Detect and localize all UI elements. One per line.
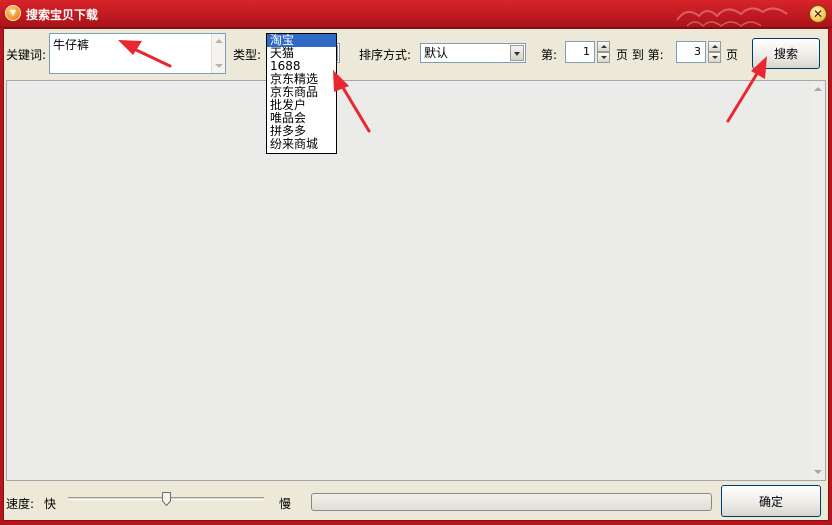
page-to-input[interactable]: 3 [676, 41, 706, 63]
cloud-ornament-icon [676, 7, 788, 28]
download-icon [5, 5, 21, 21]
decrement-icon[interactable] [708, 52, 721, 63]
results-panel[interactable] [6, 80, 826, 481]
increment-icon[interactable] [708, 41, 721, 52]
speed-slider-thumb[interactable] [162, 492, 171, 506]
page-to-value: 3 [694, 45, 701, 58]
page-to-stepper[interactable] [708, 41, 721, 63]
type-dropdown-list[interactable]: 淘宝 天猫 1688 京东精选 京东商品 批发户 唯品会 拼多多 纷来商城 [266, 33, 337, 154]
close-button[interactable]: ✕ [809, 5, 827, 23]
speed-slow-label: 慢 [279, 497, 292, 511]
keyword-value: 牛仔裤 [53, 38, 90, 52]
sort-select[interactable]: 默认 [420, 43, 526, 63]
title-bar: 搜索宝贝下载 ✕ [0, 0, 832, 28]
type-option[interactable]: 纷来商城 [267, 138, 336, 151]
dialog-client-area: 关键词: 牛仔裤 类型: 淘宝 排序方式: 默认 第: 1 页 到 第: 3 页… [3, 28, 829, 521]
chevron-down-icon[interactable] [510, 45, 524, 61]
ok-button[interactable]: 确定 [721, 485, 821, 517]
page-from-stepper[interactable] [597, 41, 610, 63]
scroll-down-icon[interactable] [215, 64, 223, 68]
page-from-input[interactable]: 1 [565, 41, 595, 63]
page-end-label: 页 [726, 48, 739, 62]
sort-selected-value: 默认 [424, 46, 449, 60]
sort-label: 排序方式: [359, 48, 412, 62]
keyword-label: 关键词: [6, 48, 47, 62]
speed-label: 速度: [6, 497, 35, 511]
page-from-label: 第: [541, 48, 558, 62]
keyword-scrollbar[interactable] [211, 34, 225, 73]
scroll-down-icon[interactable] [814, 470, 822, 474]
window-title: 搜索宝贝下载 [26, 8, 99, 22]
download-progress-bar [311, 493, 712, 511]
page-from-value: 1 [583, 45, 590, 58]
decrement-icon[interactable] [597, 52, 610, 63]
keyword-input[interactable]: 牛仔裤 [49, 33, 226, 74]
results-scrollbar[interactable] [810, 81, 825, 480]
scroll-up-icon[interactable] [814, 87, 822, 91]
scroll-up-icon[interactable] [215, 39, 223, 43]
page-to-label: 页 到 第: [616, 48, 664, 62]
speed-fast-label: 快 [44, 497, 57, 511]
type-label: 类型: [233, 48, 262, 62]
search-button[interactable]: 搜索 [752, 38, 820, 69]
increment-icon[interactable] [597, 41, 610, 52]
